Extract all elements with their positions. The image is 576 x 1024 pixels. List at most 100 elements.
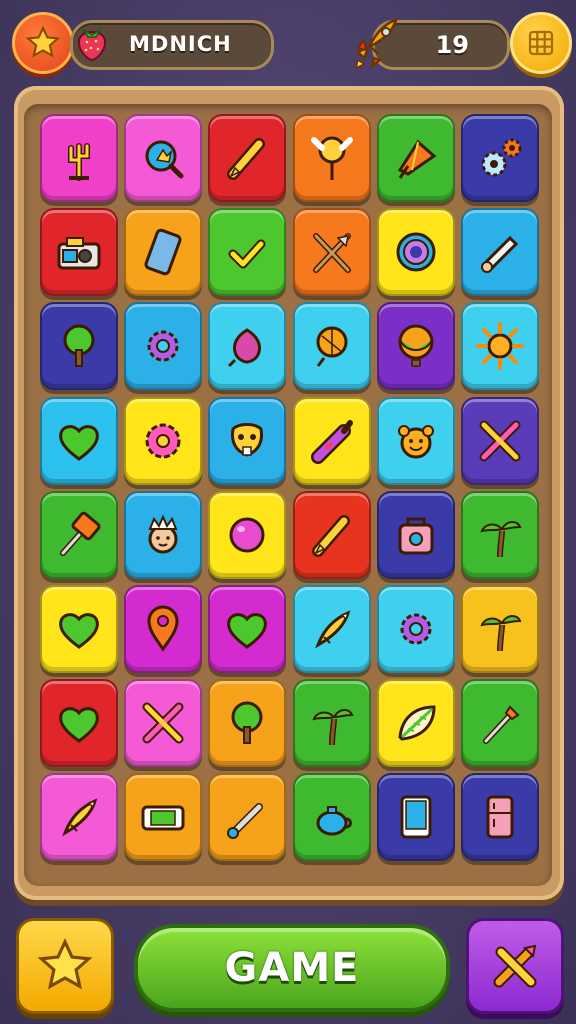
tile-console[interactable] — [124, 773, 203, 862]
hot-air-balloon-icon — [398, 324, 434, 368]
bag-icon — [398, 517, 434, 555]
pencil-icon — [227, 138, 266, 180]
check-icon — [228, 239, 266, 269]
tile-crayon[interactable] — [292, 396, 371, 485]
tile-palm[interactable] — [461, 585, 539, 673]
heart-icon — [59, 613, 99, 649]
search-icon — [145, 140, 184, 179]
tile-hammer[interactable] — [40, 490, 118, 579]
star-button[interactable] — [16, 918, 114, 1014]
tile-palm[interactable] — [292, 679, 371, 768]
strawberry-icon — [77, 29, 107, 62]
tile-bag[interactable] — [376, 490, 455, 579]
tile-pencil[interactable] — [292, 490, 371, 579]
console-icon — [141, 805, 185, 831]
tile-gear[interactable] — [376, 585, 455, 673]
kite-icon — [397, 139, 437, 179]
heart-icon — [59, 424, 99, 461]
gear-icon — [147, 330, 179, 362]
palm-icon — [480, 615, 522, 652]
tile-rocket[interactable] — [292, 585, 371, 673]
tablet-icon — [400, 795, 432, 839]
rocket-icon — [354, 18, 398, 70]
tile-lollipop[interactable] — [292, 114, 371, 202]
tile-tree[interactable] — [208, 679, 287, 768]
tile-gears[interactable] — [461, 114, 539, 202]
tile-camera[interactable] — [40, 208, 118, 297]
gears-icon — [481, 138, 522, 177]
tile-target[interactable] — [376, 208, 455, 297]
tile-wrench[interactable] — [208, 773, 287, 862]
camera-icon — [57, 237, 101, 270]
tile-onion[interactable] — [208, 302, 287, 391]
tile-pencil[interactable] — [208, 114, 287, 202]
favorites-button[interactable] — [12, 12, 74, 74]
scroll-icon — [481, 236, 519, 274]
brush-icon — [483, 705, 520, 745]
fridge-icon — [486, 795, 514, 839]
sun-icon — [476, 322, 524, 371]
tools-button[interactable] — [466, 918, 564, 1014]
lollipop-icon — [310, 136, 353, 180]
tile-kite[interactable] — [376, 114, 455, 202]
tile-hot-air-balloon[interactable] — [376, 302, 455, 391]
menu-button[interactable] — [510, 12, 572, 74]
rocket-icon — [314, 610, 350, 649]
tile-king-face[interactable] — [124, 490, 203, 579]
tile-phone[interactable] — [124, 208, 203, 297]
tile-tree[interactable] — [40, 302, 118, 391]
palm-icon — [480, 520, 522, 557]
tile-bear-face[interactable] — [376, 396, 455, 485]
tile-fridge[interactable] — [461, 773, 539, 862]
crayon-icon — [310, 419, 353, 464]
tile-mask[interactable] — [208, 396, 287, 485]
tree-icon — [63, 324, 95, 368]
tile-heart[interactable] — [40, 679, 118, 768]
star-icon — [37, 938, 93, 990]
crossed-sticks-icon — [479, 420, 521, 462]
crossed-arrows-icon — [312, 233, 351, 274]
player-name: MDNICH — [129, 32, 232, 56]
cactus-icon — [68, 143, 90, 181]
tile-palm[interactable] — [461, 490, 539, 579]
tile-scroll[interactable] — [461, 208, 539, 297]
mask-icon — [231, 422, 264, 457]
tile-teapot[interactable] — [292, 773, 371, 862]
tile-heart[interactable] — [208, 585, 287, 673]
tile-balloon[interactable] — [292, 302, 371, 391]
wrench-icon — [227, 803, 264, 840]
gear-icon — [400, 613, 432, 645]
pencil-icon — [311, 514, 350, 557]
heart-icon — [59, 707, 99, 744]
tile-pin[interactable] — [124, 585, 203, 673]
tile-rocket[interactable] — [40, 773, 118, 862]
tile-crossed-sticks[interactable] — [124, 679, 203, 768]
teapot-icon — [316, 806, 352, 836]
tile-leaf[interactable] — [376, 679, 455, 768]
tile-crossed-arrows[interactable] — [292, 208, 371, 297]
tile-heart[interactable] — [40, 396, 118, 485]
tile-crossed-sticks[interactable] — [461, 396, 539, 485]
tile-cactus[interactable] — [40, 114, 118, 202]
crossed-pencils-icon — [493, 944, 537, 988]
pin-icon — [147, 605, 179, 652]
tile-heart[interactable] — [40, 585, 118, 673]
tile-gear[interactable] — [124, 302, 203, 391]
tree-icon — [231, 701, 263, 745]
phone-icon — [144, 228, 182, 276]
balloon-icon — [316, 326, 348, 368]
flower-icon — [145, 423, 181, 459]
tile-sun[interactable] — [461, 302, 539, 391]
tile-brush[interactable] — [461, 679, 539, 768]
star-icon — [25, 25, 61, 58]
tile-flower[interactable] — [124, 396, 203, 485]
tile-ball[interactable] — [208, 490, 287, 579]
onion-icon — [228, 328, 262, 368]
tile-search[interactable] — [124, 114, 203, 202]
tile-tablet[interactable] — [376, 773, 455, 862]
game-button[interactable]: GAME — [134, 924, 450, 1012]
bear-face-icon — [397, 424, 434, 459]
heart-icon — [227, 613, 268, 649]
rocket-icon — [62, 798, 98, 837]
tile-check[interactable] — [208, 208, 287, 297]
